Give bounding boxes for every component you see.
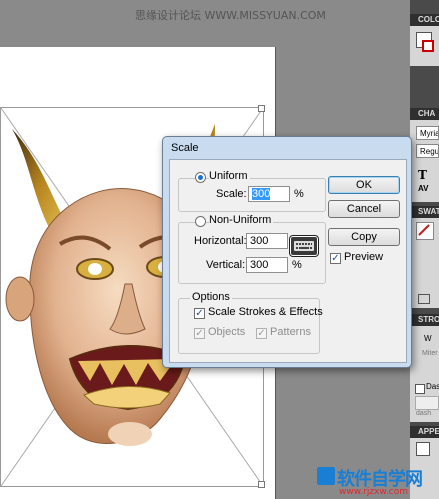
logo-url-text: www.rjzxw.com bbox=[339, 487, 408, 497]
color-panel-tab[interactable]: COLO bbox=[410, 14, 439, 26]
cancel-button[interactable]: Cancel bbox=[328, 200, 400, 218]
copy-button[interactable]: Copy bbox=[328, 228, 400, 246]
objects-label: Objects bbox=[208, 326, 246, 338]
non-uniform-label: Non-Uniform bbox=[209, 214, 274, 226]
scale-input[interactable]: 300 bbox=[248, 186, 290, 202]
scale-strokes-label: Scale Strokes & Effects bbox=[208, 306, 323, 318]
patterns-checkbox[interactable]: ✓ bbox=[256, 328, 267, 339]
character-panel-tab[interactable]: CHA bbox=[410, 108, 439, 120]
dialog-content: Uniform Scale: 300 % Non-Uniform Horizon… bbox=[169, 159, 407, 363]
font-style-field[interactable]: Regu bbox=[416, 144, 439, 158]
bbox-handle-top-right[interactable] bbox=[258, 105, 265, 112]
scale-strokes-checkbox[interactable]: ✓ bbox=[194, 308, 205, 319]
dash-field[interactable] bbox=[415, 396, 439, 410]
color-panel-body bbox=[410, 26, 439, 66]
bbox-handle-bottom-right[interactable] bbox=[258, 481, 265, 488]
patterns-label: Patterns bbox=[270, 326, 311, 338]
scale-input-value: 300 bbox=[252, 188, 271, 200]
preview-checkbox[interactable]: ✓ bbox=[330, 253, 341, 264]
dashed-line-checkbox[interactable] bbox=[415, 384, 425, 394]
character-panel-body: Myria Regu T AV bbox=[410, 120, 439, 202]
appearance-swatch-icon bbox=[416, 442, 430, 456]
scale-dialog: Scale Uniform Scale: 300 % Non-Uniform H… bbox=[162, 136, 412, 368]
stroke-miter-label: Miter bbox=[422, 350, 438, 357]
dash-field-label: dash bbox=[416, 410, 432, 417]
dashed-line-label: Das bbox=[426, 382, 439, 391]
swatch-brush-icon[interactable] bbox=[416, 222, 434, 240]
stroke-panel-body: W Miter Das dash bbox=[410, 326, 439, 422]
ok-button[interactable]: OK bbox=[328, 176, 400, 194]
objects-checkbox[interactable]: ✓ bbox=[194, 328, 205, 339]
swatches-panel-body bbox=[410, 218, 439, 308]
horizontal-input[interactable]: 300 bbox=[246, 233, 288, 249]
logo-mark-icon bbox=[317, 467, 335, 485]
uniform-radio[interactable] bbox=[195, 172, 206, 183]
scale-percent: % bbox=[294, 188, 304, 200]
swatches-panel-tab[interactable]: SWAT bbox=[410, 206, 439, 218]
stroke-weight-label: W bbox=[424, 334, 432, 343]
vertical-input[interactable]: 300 bbox=[246, 257, 288, 273]
font-family-field[interactable]: Myria bbox=[416, 126, 439, 140]
uniform-label: Uniform bbox=[209, 170, 250, 182]
right-panel-dock: COLO CHA Myria Regu T AV SWAT STRO W Mit… bbox=[410, 0, 439, 499]
swatch-library-icon[interactable] bbox=[418, 294, 430, 304]
options-label: Options bbox=[190, 291, 232, 303]
stroke-panel-tab[interactable]: STRO bbox=[410, 314, 439, 326]
stroke-swatch-icon[interactable] bbox=[422, 40, 434, 52]
kerning-icon[interactable]: AV bbox=[418, 184, 429, 193]
font-size-icon[interactable]: T bbox=[418, 168, 427, 182]
keyboard-icon[interactable] bbox=[290, 236, 318, 256]
non-uniform-radio[interactable] bbox=[195, 216, 206, 227]
vertical-label: Vertical: bbox=[206, 259, 246, 271]
dialog-title: Scale bbox=[171, 142, 199, 154]
appearance-panel-tab[interactable]: APPE bbox=[410, 426, 439, 438]
preview-label: Preview bbox=[344, 251, 384, 263]
watermark-text: 思缘设计论坛 WWW.MISSYUAN.COM bbox=[135, 9, 326, 22]
vertical-percent: % bbox=[292, 259, 302, 271]
horizontal-label: Horizontal: bbox=[194, 235, 247, 247]
scale-label: Scale: bbox=[216, 188, 247, 200]
